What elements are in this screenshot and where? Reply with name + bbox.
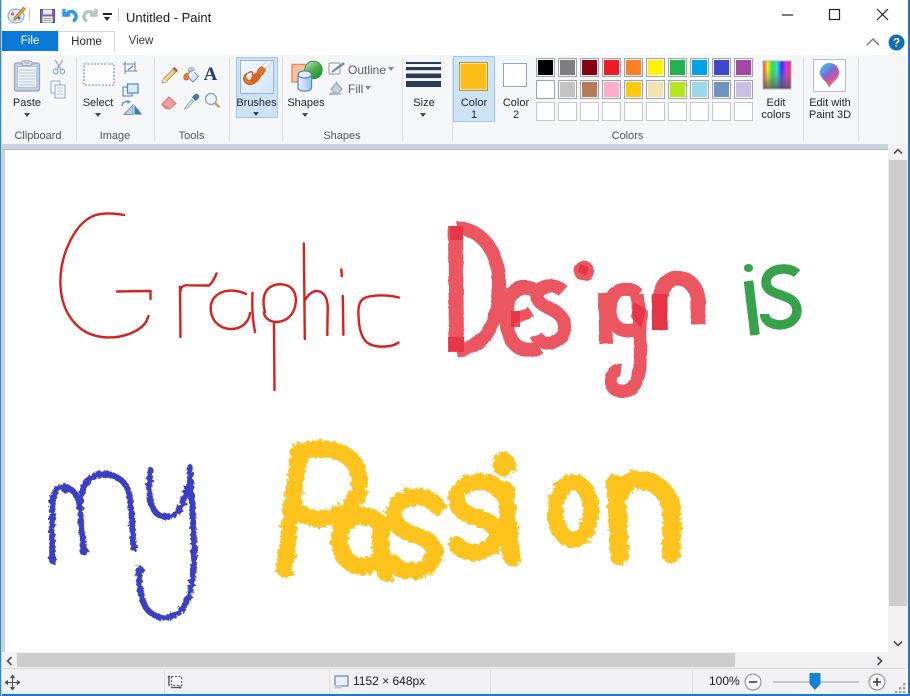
svg-text:?: ? (893, 36, 900, 50)
